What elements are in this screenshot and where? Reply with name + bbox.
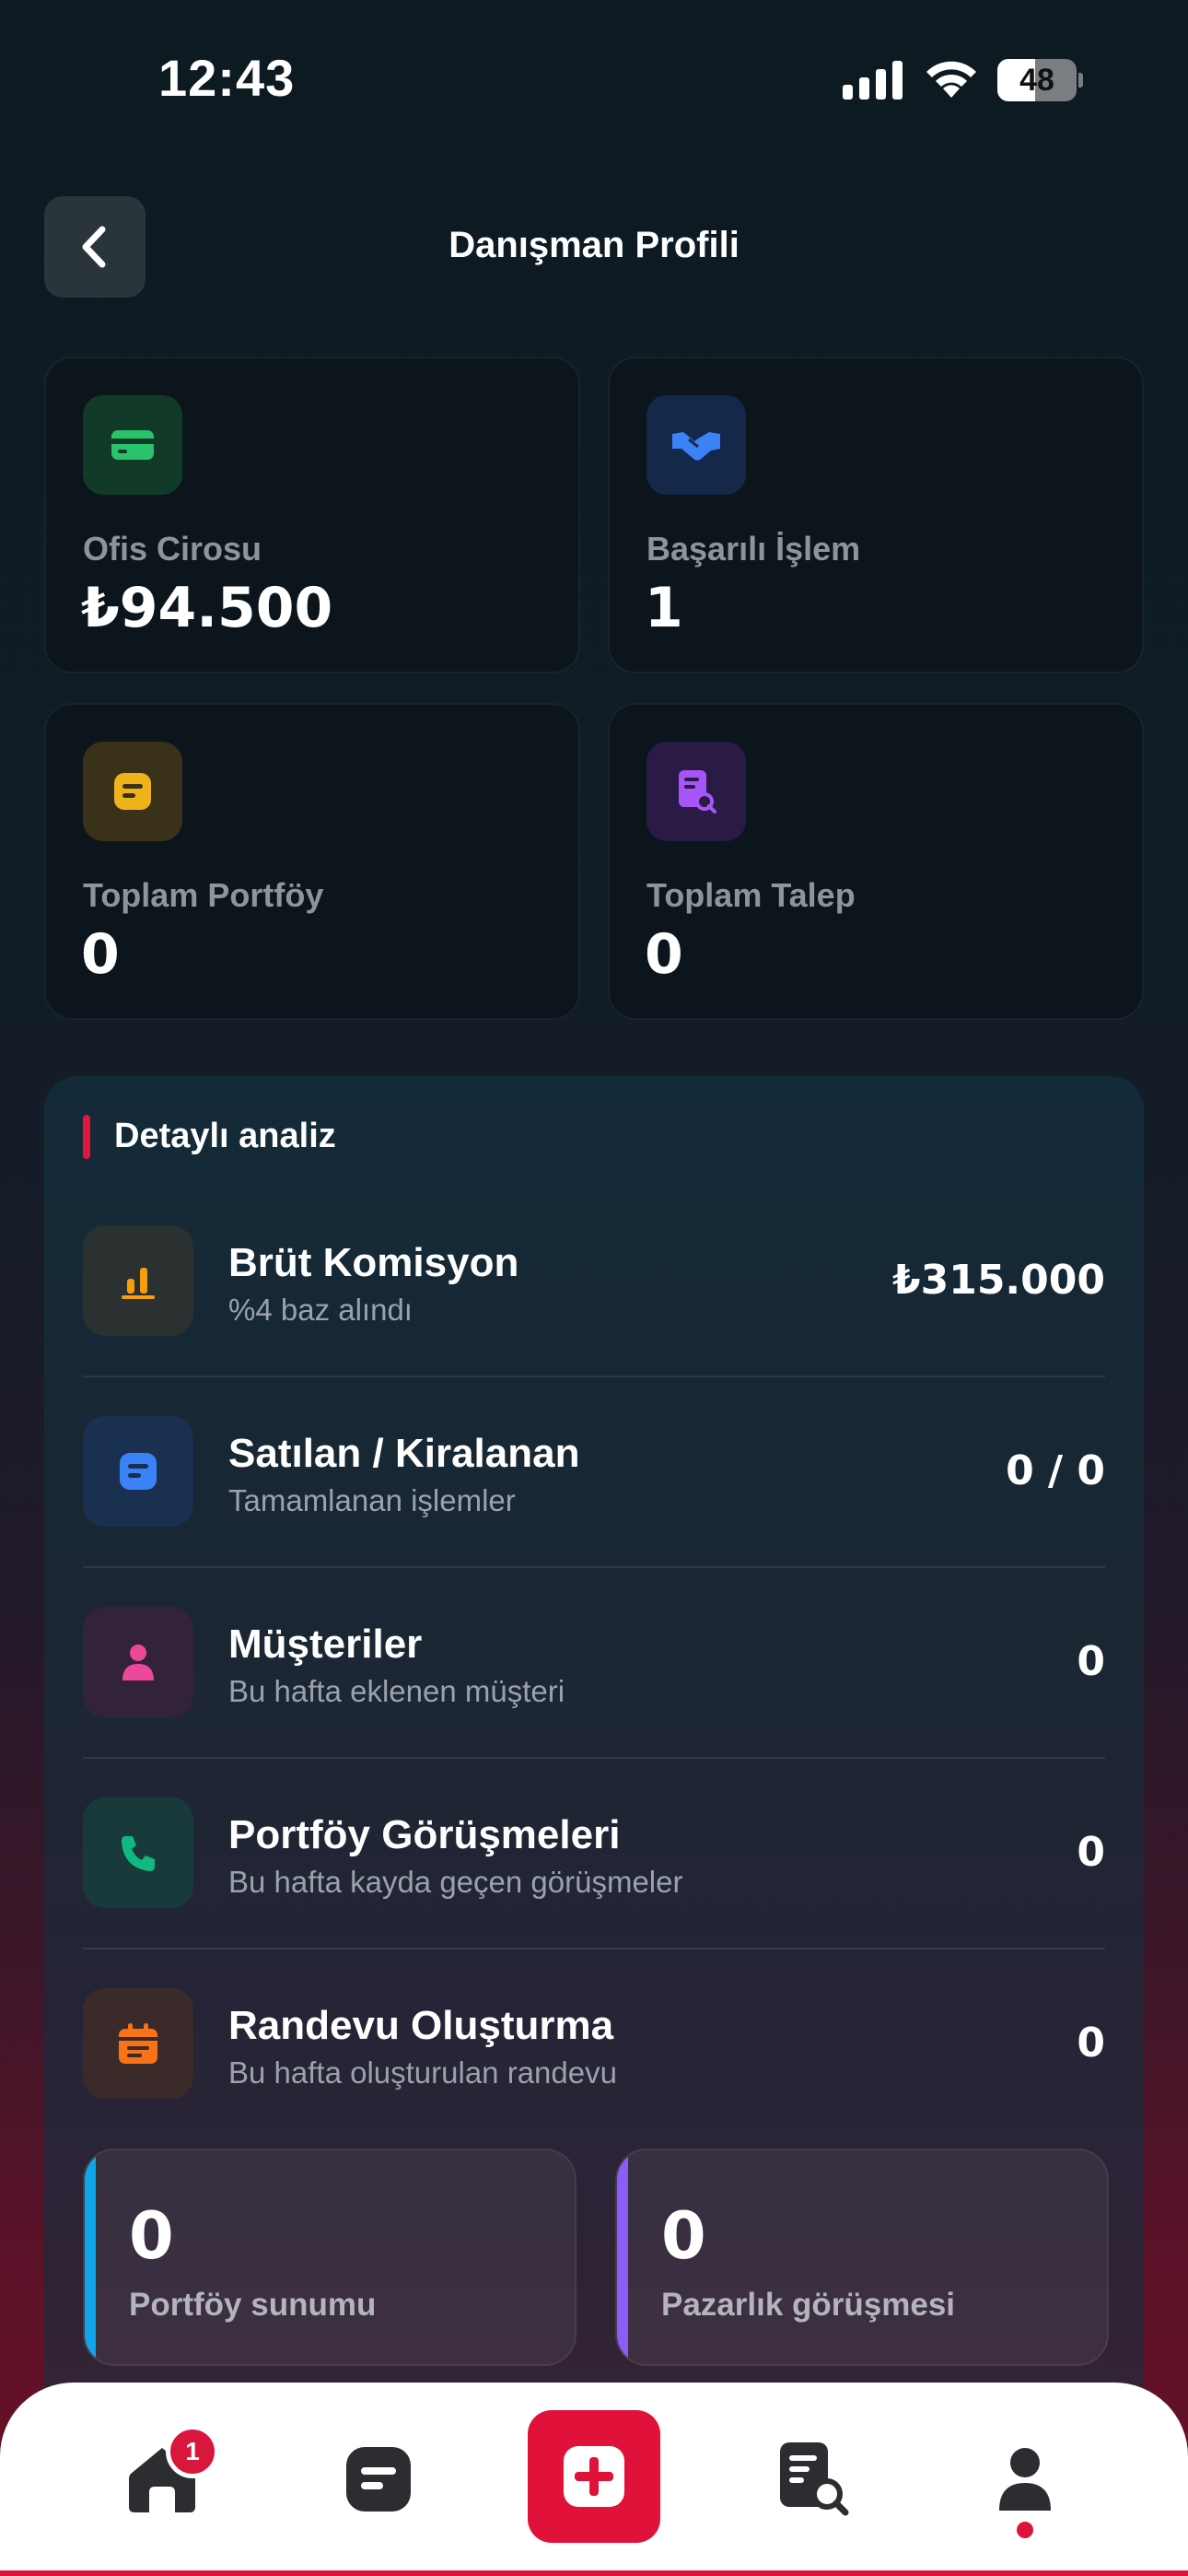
stat-card-successful-deals[interactable]: Başarılı İşlem 1 <box>608 357 1144 673</box>
battery-percent: 48 <box>1019 63 1054 98</box>
row-title: Randevu Oluşturma <box>228 2003 614 2048</box>
calendar-icon <box>83 1988 193 2099</box>
home-indicator <box>0 2570 1188 2576</box>
nav-home[interactable] <box>93 2383 231 2576</box>
phone-icon <box>83 1797 193 1908</box>
mini-card-value: 0 <box>129 2198 174 2274</box>
mini-card-label: Portföy sunumu <box>129 2287 377 2323</box>
cellular-signal-icon <box>843 61 903 100</box>
stat-label: Toplam Talep <box>646 876 856 914</box>
person-icon <box>83 1607 193 1717</box>
analysis-row-gross-commission[interactable]: Brüt Komisyon %4 baz alındı ₺315.000 <box>83 1187 1105 1377</box>
analysis-row-sold-rented[interactable]: Satılan / Kiralanan Tamamlanan işlemler … <box>83 1377 1105 1568</box>
row-value: 0 <box>1077 2020 1105 2067</box>
row-value: 0 <box>1077 1829 1105 1876</box>
mini-card-value: 0 <box>661 2198 706 2274</box>
add-icon <box>564 2446 624 2507</box>
row-subtitle: Tamamlanan işlemler <box>228 1483 516 1517</box>
row-value: 0 / 0 <box>1006 1447 1105 1494</box>
analysis-row-portfolio-calls[interactable]: Portföy Görüşmeleri Bu hafta kayda geçen… <box>83 1759 1105 1950</box>
document-search-icon <box>780 2442 849 2516</box>
note-icon <box>83 742 182 841</box>
stat-card-total-portfolio[interactable]: Toplam Portföy 0 <box>44 703 580 1020</box>
mini-card-portfolio-presentation[interactable]: 0 Portföy sunumu <box>83 2149 577 2366</box>
stat-label: Başarılı İşlem <box>646 530 861 568</box>
detailed-analysis-panel: Detaylı analiz Brüt Komisyon %4 baz alın… <box>44 1076 1144 2576</box>
note-icon <box>346 2447 411 2512</box>
stat-value: 1 <box>645 576 683 640</box>
stat-label: Ofis Cirosu <box>83 530 262 568</box>
nav-profile[interactable] <box>956 2383 1094 2576</box>
add-button[interactable] <box>528 2410 660 2543</box>
stat-card-office-revenue[interactable]: Ofis Cirosu ₺94.500 <box>44 357 580 673</box>
page-title: Danışman Profili <box>448 225 740 265</box>
notification-badge: 1 <box>166 2425 219 2478</box>
mini-card-negotiation[interactable]: 0 Pazarlık görüşmesi <box>615 2149 1109 2366</box>
handshake-icon <box>646 395 746 495</box>
row-title: Portföy Görüşmeleri <box>228 1812 621 1857</box>
stat-value: 0 <box>645 922 683 987</box>
document-search-icon <box>646 742 746 841</box>
mini-card-label: Pazarlık görüşmesi <box>661 2287 956 2323</box>
nav-requests[interactable] <box>744 2383 882 2576</box>
accent-bar <box>85 2150 96 2364</box>
credit-card-icon <box>83 395 182 495</box>
row-title: Satılan / Kiralanan <box>228 1431 580 1476</box>
row-value: ₺315.000 <box>891 1257 1105 1304</box>
row-subtitle: %4 baz alındı <box>228 1293 413 1327</box>
row-subtitle: Bu hafta oluşturulan randevu <box>228 2055 617 2090</box>
stat-value: 0 <box>81 922 120 987</box>
row-title: Müşteriler <box>228 1622 423 1667</box>
analysis-row-customers[interactable]: Müşteriler Bu hafta eklenen müşteri 0 <box>83 1568 1105 1759</box>
status-bar: 12:43 48 <box>0 0 1188 157</box>
row-subtitle: Bu hafta kayda geçen görüşmeler <box>228 1865 683 1899</box>
analysis-row-appointments[interactable]: Randevu Oluşturma Bu hafta oluşturulan r… <box>83 1950 1105 2140</box>
stat-card-total-requests[interactable]: Toplam Talep 0 <box>608 703 1144 1020</box>
nav-portfolio[interactable] <box>309 2383 448 2576</box>
stat-value: ₺94.500 <box>81 576 333 640</box>
section-title: Detaylı analiz <box>114 1117 336 1155</box>
person-icon <box>999 2448 1051 2511</box>
stat-label: Toplam Portföy <box>83 876 324 914</box>
row-title: Brüt Komisyon <box>228 1240 519 1285</box>
section-accent-bar <box>83 1115 90 1159</box>
bottom-navigation: 1 <box>0 2383 1188 2576</box>
row-subtitle: Bu hafta eklenen müşteri <box>228 1674 565 1708</box>
accent-bar <box>617 2150 628 2364</box>
bar-chart-icon <box>83 1225 193 1336</box>
row-value: 0 <box>1077 1638 1105 1685</box>
wifi-icon <box>926 61 976 98</box>
status-time: 12:43 <box>158 49 296 107</box>
battery-indicator: 48 <box>997 59 1083 101</box>
active-indicator <box>1017 2522 1033 2538</box>
note-icon <box>83 1416 193 1527</box>
